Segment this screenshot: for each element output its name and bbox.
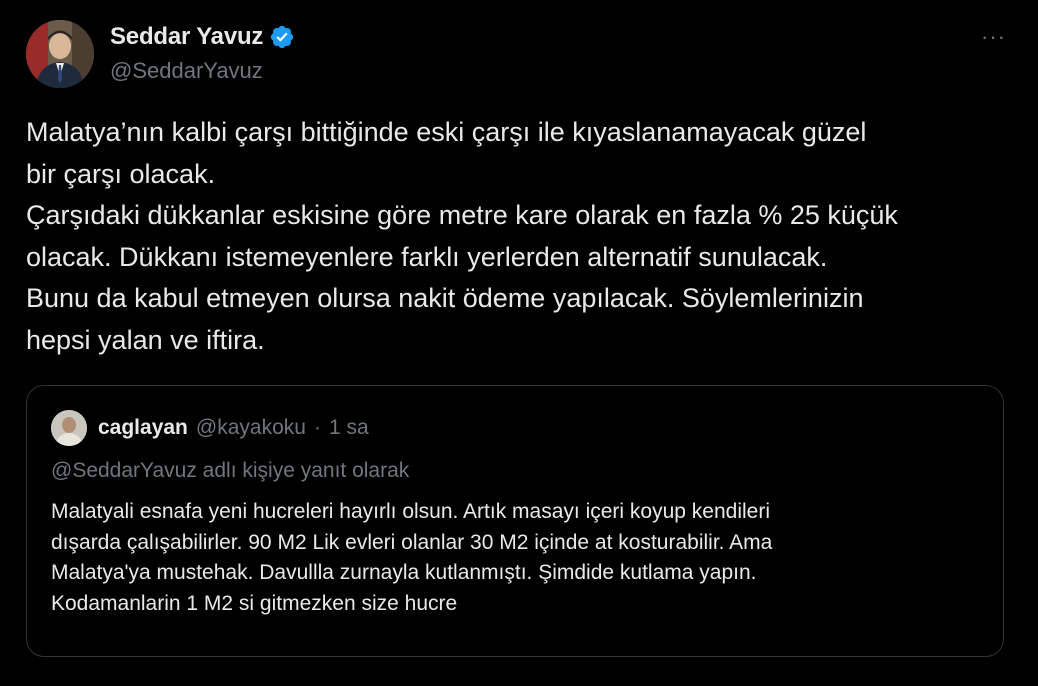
tweet-text-line: Çarşıdaki dükkanlar eskisine göre metre … bbox=[26, 200, 898, 230]
verified-badge-icon[interactable] bbox=[269, 24, 295, 50]
quoted-author-display-name[interactable]: caglayan bbox=[98, 416, 188, 440]
quoted-tweet[interactable]: caglayan @kayakoku · 1 sa @SeddarYavuz a… bbox=[26, 385, 1004, 657]
more-options-icon[interactable]: ··· bbox=[981, 26, 1006, 48]
quoted-text-line: Kodamanlarin 1 M2 si gitmezken size hucr… bbox=[51, 591, 458, 615]
quoted-author-avatar[interactable] bbox=[51, 410, 87, 446]
quoted-tweet-header: caglayan @kayakoku · 1 sa bbox=[51, 410, 369, 446]
quoted-tweet-text: Malatyali esnafa yeni hucreleri hayırlı … bbox=[51, 497, 991, 619]
separator-dot: · bbox=[313, 416, 321, 439]
tweet-text-line: Malatya’nın kalbi çarşı bittiğinde eski … bbox=[26, 117, 867, 147]
reply-context: @SeddarYavuz adlı kişiye yanıt olarak bbox=[51, 459, 410, 482]
tweet-text-line: olacak. Dükkanı istemeyenlere farklı yer… bbox=[26, 241, 828, 272]
quoted-text-line: Malatya'ya mustehak. Davullla zurnayla k… bbox=[51, 561, 757, 584]
author-handle[interactable]: @SeddarYavuz bbox=[110, 58, 295, 84]
avatar-photo-icon bbox=[26, 20, 94, 88]
tweet-text-line: Bunu da kabul etmeyen olursa nakit ödeme… bbox=[26, 283, 864, 313]
tweet-header: Seddar Yavuz @SeddarYavuz ··· bbox=[26, 20, 1016, 90]
author-info: Seddar Yavuz @SeddarYavuz bbox=[110, 22, 295, 84]
tweet: Seddar Yavuz @SeddarYavuz ··· Malatya’nı… bbox=[0, 0, 1038, 686]
display-name-row: Seddar Yavuz bbox=[110, 22, 295, 52]
tweet-text-line: hepsi yalan ve iftira. bbox=[26, 324, 265, 355]
author-avatar[interactable] bbox=[26, 20, 94, 88]
tweet-text: Malatya’nın kalbi çarşı bittiğinde eski … bbox=[26, 112, 1006, 361]
quoted-avatar-photo-icon bbox=[51, 410, 87, 446]
quoted-author-handle[interactable]: @kayakoku bbox=[196, 416, 306, 440]
quoted-text-line: dışarda çalışabilirler. 90 M2 Lik evleri… bbox=[51, 530, 773, 554]
author-display-name[interactable]: Seddar Yavuz bbox=[110, 23, 263, 51]
quoted-timestamp[interactable]: 1 sa bbox=[329, 416, 369, 440]
quoted-text-line: Malatyali esnafa yeni hucreleri hayırlı … bbox=[51, 500, 770, 523]
tweet-text-line: bir çarşı olacak. bbox=[26, 158, 216, 189]
